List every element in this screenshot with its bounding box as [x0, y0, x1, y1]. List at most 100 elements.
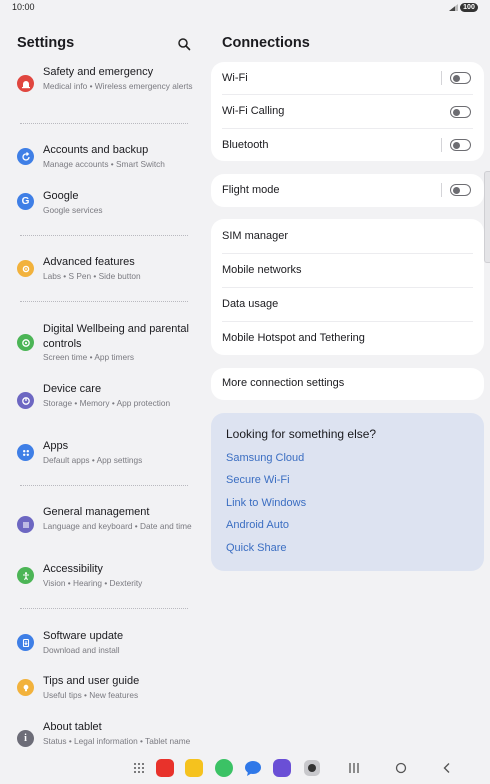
item-title: About tablet [43, 721, 102, 733]
app-red-icon[interactable] [156, 759, 174, 777]
phone-app-icon[interactable] [215, 759, 233, 777]
lightbulb-icon [17, 679, 34, 696]
update-icon [17, 634, 34, 651]
settings-item-software-update[interactable]: Software update Download and install [0, 628, 200, 660]
section-title: Connections [222, 35, 310, 51]
link-samsung-cloud[interactable]: Samsung Cloud [226, 452, 304, 464]
messages-app-icon[interactable] [244, 759, 262, 777]
item-subtitle: Language and keyboard • Date and time [43, 521, 192, 531]
item-title: Accessibility [43, 563, 103, 575]
item-subtitle: Medical info • Wireless emergency alerts [43, 81, 193, 91]
sliders-icon [17, 516, 34, 533]
settings-list-panel: Settings Safety and emergency Medical in… [0, 0, 200, 784]
app-drawer-icon[interactable] [130, 759, 148, 777]
wifi-calling-toggle[interactable] [450, 106, 471, 118]
battery-icon: 100 [460, 3, 478, 12]
internet-app-icon[interactable] [273, 759, 291, 777]
item-title: General management [43, 506, 150, 518]
item-title: Accounts and backup [43, 144, 149, 156]
divider [222, 287, 473, 288]
link-android-auto[interactable]: Android Auto [226, 519, 289, 531]
mobile-networks-item[interactable]: Mobile networks [222, 264, 301, 276]
back-icon[interactable] [438, 759, 456, 777]
home-icon[interactable] [392, 759, 410, 777]
divider [222, 253, 473, 254]
card-more-connection[interactable]: More connection settings [211, 368, 484, 400]
divider [222, 128, 473, 129]
page-title: Settings [17, 35, 75, 51]
signal-icon [449, 4, 458, 11]
settings-item-digital-wellbeing[interactable]: Digital Wellbeing and parental controls … [0, 321, 200, 365]
apps-grid-icon [17, 444, 34, 461]
settings-item-accessibility[interactable]: Accessibility Vision • Hearing • Dexteri… [0, 561, 200, 593]
suggestions-title: Looking for something else? [226, 427, 377, 441]
item-subtitle: Download and install [43, 645, 120, 655]
divider [441, 138, 442, 152]
settings-item-google[interactable]: G Google Google services [0, 188, 200, 220]
settings-item-tips[interactable]: Tips and user guide Useful tips • New fe… [0, 673, 200, 705]
divider [20, 485, 188, 486]
settings-item-advanced-features[interactable]: Advanced features Labs • S Pen • Side bu… [0, 254, 200, 286]
sync-icon [17, 148, 34, 165]
app-folder-icon[interactable] [185, 759, 203, 777]
link-secure-wifi[interactable]: Secure Wi-Fi [226, 474, 290, 486]
divider [20, 123, 188, 124]
card-flight-mode: Flight mode [211, 174, 484, 207]
settings-item-safety[interactable]: Safety and emergency Medical info • Wire… [0, 64, 200, 108]
link-quick-share[interactable]: Quick Share [226, 542, 287, 554]
gear-plus-icon [17, 260, 34, 277]
item-subtitle: Status • Legal information • Tablet name [43, 736, 191, 746]
wellbeing-icon [17, 334, 34, 351]
item-title: Safety and emergency [43, 66, 154, 78]
divider [222, 321, 473, 322]
accessibility-icon [17, 567, 34, 584]
item-subtitle: Vision • Hearing • Dexterity [43, 578, 143, 588]
item-title: Advanced features [43, 256, 135, 268]
item-title: Google [43, 190, 79, 202]
camera-app-icon[interactable] [303, 759, 321, 777]
item-title: Device care [43, 383, 102, 395]
settings-item-accounts[interactable]: Accounts and backup Manage accounts • Sm… [0, 142, 200, 174]
item-subtitle: Labs • S Pen • Side button [43, 271, 141, 281]
divider [441, 183, 442, 197]
item-subtitle: Google services [43, 205, 103, 215]
suggestions-card: Looking for something else? Samsung Clou… [211, 413, 484, 571]
flight-mode-label[interactable]: Flight mode [222, 184, 279, 196]
settings-item-device-care[interactable]: Device care Storage • Memory • App prote… [0, 381, 200, 425]
divider [20, 301, 188, 302]
divider [20, 235, 188, 236]
hotspot-item[interactable]: Mobile Hotspot and Tethering [222, 332, 365, 344]
item-subtitle: Screen time • App timers [43, 352, 134, 362]
item-title: Apps [43, 440, 69, 452]
search-icon[interactable] [177, 37, 191, 51]
info-icon: i [17, 730, 34, 747]
link-link-to-windows[interactable]: Link to Windows [226, 497, 306, 509]
item-subtitle: Useful tips • New features [43, 690, 139, 700]
item-title: Software update [43, 630, 124, 642]
divider [441, 71, 442, 85]
item-subtitle: Manage accounts • Smart Switch [43, 159, 165, 169]
flight-mode-toggle[interactable] [450, 184, 471, 196]
wifi-label[interactable]: Wi-Fi [222, 72, 248, 84]
recents-icon[interactable] [345, 759, 363, 777]
edge-panel-handle[interactable] [484, 171, 490, 263]
divider [222, 94, 473, 95]
bluetooth-toggle[interactable] [450, 139, 471, 151]
divider [20, 608, 188, 609]
wifi-toggle[interactable] [450, 72, 471, 84]
settings-item-apps[interactable]: Apps Default apps • App settings [0, 438, 200, 470]
more-connection-settings-item[interactable]: More connection settings [222, 377, 344, 389]
item-title: Tips and user guide [43, 675, 140, 687]
data-usage-item[interactable]: Data usage [222, 298, 278, 310]
bluetooth-label[interactable]: Bluetooth [222, 139, 268, 151]
item-subtitle: Default apps • App settings [43, 455, 143, 465]
item-title: Digital Wellbeing and parental controls [43, 323, 189, 350]
card-mobile: SIM manager Mobile networks Data usage M… [211, 219, 484, 355]
google-icon: G [17, 193, 34, 210]
device-care-icon [17, 392, 34, 409]
wifi-calling-label[interactable]: Wi-Fi Calling [222, 105, 284, 117]
sim-manager-item[interactable]: SIM manager [222, 230, 288, 242]
navigation-bar [0, 748, 490, 784]
item-subtitle: Storage • Memory • App protection [43, 398, 171, 408]
settings-item-general-management[interactable]: General management Language and keyboard… [0, 504, 200, 548]
